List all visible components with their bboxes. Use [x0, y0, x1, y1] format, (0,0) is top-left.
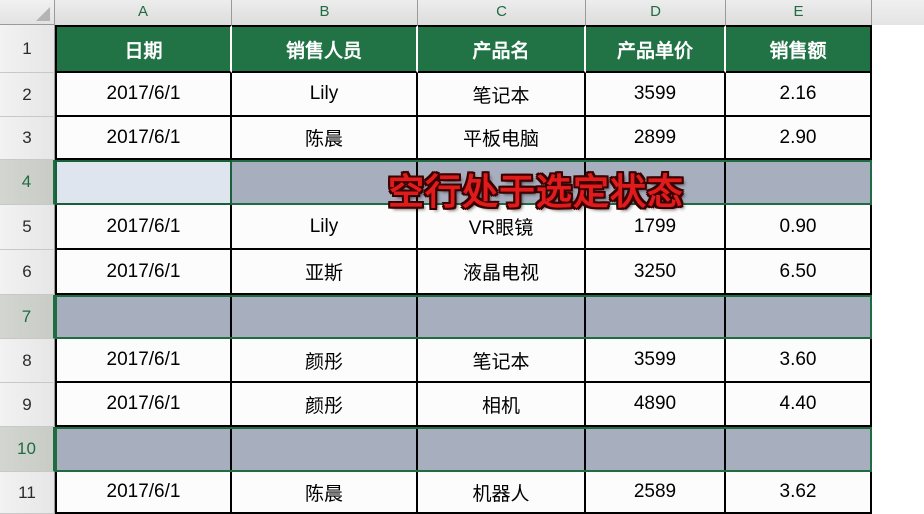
column-header-empty [872, 0, 924, 25]
cell-c3[interactable]: 平板电脑 [418, 117, 586, 160]
cell-d8[interactable]: 3599 [586, 339, 726, 383]
cell-b7[interactable] [232, 295, 418, 339]
cell-a2[interactable]: 2017/6/1 [55, 73, 232, 117]
row-header-6[interactable]: 6 [0, 250, 55, 295]
cell-c4[interactable] [418, 160, 586, 205]
cell-d7[interactable] [586, 295, 726, 339]
cell-e10[interactable] [726, 427, 872, 472]
cell-b5[interactable]: Lily [232, 205, 418, 250]
cell-e2[interactable]: 2.16 [726, 73, 872, 117]
cell-a10[interactable] [55, 427, 232, 472]
row-header-10[interactable]: 10 [0, 427, 55, 472]
cell-b10[interactable] [232, 427, 418, 472]
cell-c5[interactable]: VR眼镜 [418, 205, 586, 250]
cell-b11[interactable]: 陈晨 [232, 472, 418, 514]
cell-c7[interactable] [418, 295, 586, 339]
cell-a4[interactable] [55, 160, 232, 205]
column-header-e[interactable]: E [726, 0, 872, 25]
row-header-1[interactable]: 1 [0, 25, 55, 73]
cell-d6[interactable]: 3250 [586, 250, 726, 295]
row-header-7[interactable]: 7 [0, 295, 55, 339]
cell-b4[interactable] [232, 160, 418, 205]
spreadsheet-grid[interactable]: ABCDE 1 2 3 4 5 6 7 8 9 10 11 日期 销售人员 产品名 产品单价 销售额 2017… [0, 0, 924, 514]
cell-c10[interactable] [418, 427, 586, 472]
cell-d5[interactable]: 1799 [586, 205, 726, 250]
select-all-triangle-icon [36, 7, 50, 21]
row-header-4[interactable]: 4 [0, 160, 55, 205]
cell-e6[interactable]: 6.50 [726, 250, 872, 295]
column-header-d[interactable]: D [586, 0, 726, 25]
cell-d10[interactable] [586, 427, 726, 472]
cell-b3[interactable]: 陈晨 [232, 117, 418, 160]
cell-b8[interactable]: 颜彤 [232, 339, 418, 383]
cell-a9[interactable]: 2017/6/1 [55, 383, 232, 427]
cell-a11[interactable]: 2017/6/1 [55, 472, 232, 514]
row-header-3[interactable]: 3 [0, 117, 55, 160]
cell-a6[interactable]: 2017/6/1 [55, 250, 232, 295]
cell-c11[interactable]: 机器人 [418, 472, 586, 514]
cell-a5[interactable]: 2017/6/1 [55, 205, 232, 250]
cell-c8[interactable]: 笔记本 [418, 339, 586, 383]
cell-d1[interactable]: 产品单价 [586, 25, 726, 73]
column-header-a[interactable]: A [55, 0, 232, 25]
cell-a3[interactable]: 2017/6/1 [55, 117, 232, 160]
cell-b2[interactable]: Lily [232, 73, 418, 117]
cell-a8[interactable]: 2017/6/1 [55, 339, 232, 383]
cell-e11[interactable]: 3.62 [726, 472, 872, 514]
cell-c2[interactable]: 笔记本 [418, 73, 586, 117]
row-header-2[interactable]: 2 [0, 73, 55, 117]
column-header-b[interactable]: B [232, 0, 418, 25]
cell-d9[interactable]: 4890 [586, 383, 726, 427]
cell-e8[interactable]: 3.60 [726, 339, 872, 383]
cell-b1[interactable]: 销售人员 [232, 25, 418, 73]
row-header-5[interactable]: 5 [0, 205, 55, 250]
cell-b9[interactable]: 颜彤 [232, 383, 418, 427]
cell-d3[interactable]: 2899 [586, 117, 726, 160]
cell-a1[interactable]: 日期 [55, 25, 232, 73]
cell-e1[interactable]: 销售额 [726, 25, 872, 73]
cell-d11[interactable]: 2589 [586, 472, 726, 514]
column-header-strip: ABCDE [0, 0, 924, 25]
row-header-8[interactable]: 8 [0, 339, 55, 383]
cell-a7[interactable] [55, 295, 232, 339]
select-all-button[interactable] [0, 0, 55, 25]
row-header-11[interactable]: 11 [0, 472, 55, 514]
cell-c9[interactable]: 相机 [418, 383, 586, 427]
column-header-c[interactable]: C [418, 0, 586, 25]
cell-d4[interactable] [586, 160, 726, 205]
cell-d2[interactable]: 3599 [586, 73, 726, 117]
cell-c6[interactable]: 液晶电视 [418, 250, 586, 295]
cell-b6[interactable]: 亚斯 [232, 250, 418, 295]
cell-e9[interactable]: 4.40 [726, 383, 872, 427]
cell-e4[interactable] [726, 160, 872, 205]
cell-e7[interactable] [726, 295, 872, 339]
cell-c1[interactable]: 产品名 [418, 25, 586, 73]
row-header-9[interactable]: 9 [0, 383, 55, 427]
cell-e3[interactable]: 2.90 [726, 117, 872, 160]
cell-e5[interactable]: 0.90 [726, 205, 872, 250]
